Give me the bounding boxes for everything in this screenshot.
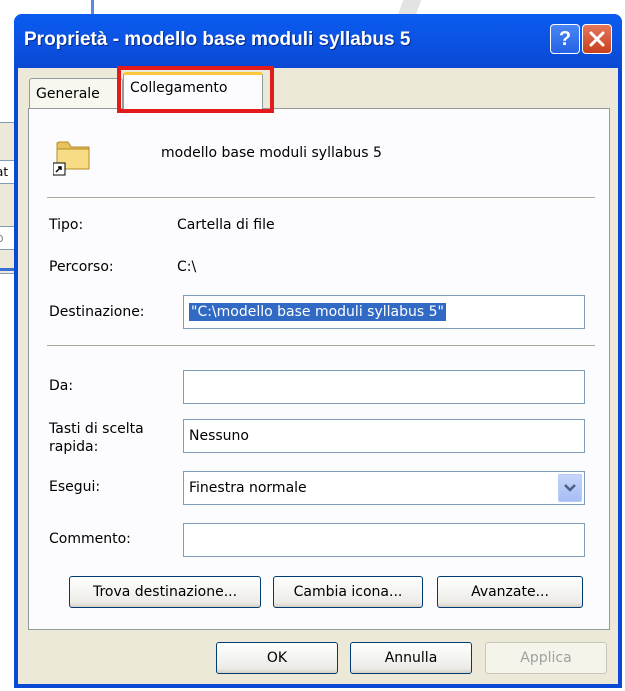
annulla-button[interactable]: Annulla <box>350 642 472 674</box>
properties-dialog: Proprietà - modello base moduli syllabus… <box>14 14 622 688</box>
help-icon: ? <box>558 28 572 50</box>
tasti-input[interactable]: Nessuno <box>183 419 585 453</box>
trova-destinazione-button[interactable]: Trova destinazione... <box>69 576 261 608</box>
esegui-select[interactable]: Finestra normale <box>183 471 585 505</box>
tipo-value: Cartella di file <box>177 217 275 233</box>
tab-highlight-box <box>117 66 274 113</box>
da-label: Da: <box>49 378 74 394</box>
dropdown-button[interactable] <box>558 474 582 502</box>
close-button[interactable] <box>582 24 612 54</box>
tasti-label-line1: Tasti di scelta <box>49 421 144 437</box>
folder-shortcut-icon <box>53 141 90 176</box>
cambia-icona-button[interactable]: Cambia icona... <box>273 576 423 608</box>
tasti-label: Tasti di scelta rapida: <box>49 420 144 456</box>
tipo-label: Tipo: <box>49 217 84 233</box>
esegui-label: Esegui: <box>49 479 101 495</box>
destinazione-value: "C:\modello base moduli syllabus 5" <box>189 303 446 321</box>
esegui-value: Finestra normale <box>189 480 307 496</box>
ok-button[interactable]: OK <box>216 642 338 674</box>
dialog-client: Generale Collegamento modello base modul… <box>18 66 618 684</box>
tab-generale[interactable]: Generale <box>29 78 123 108</box>
chevron-down-icon <box>564 484 576 492</box>
tab-panel-collegamento: modello base moduli syllabus 5 Tipo: Car… <box>28 108 610 630</box>
da-input[interactable] <box>183 370 585 404</box>
destinazione-label: Destinazione: <box>49 304 145 320</box>
separator <box>47 197 595 199</box>
applica-button[interactable]: Applica <box>485 642 607 674</box>
help-button[interactable]: ? <box>550 24 580 54</box>
percorso-label: Percorso: <box>49 259 114 275</box>
close-icon <box>589 31 605 47</box>
commento-input[interactable] <box>183 523 585 557</box>
shortcut-name: modello base moduli syllabus 5 <box>161 145 382 161</box>
tasti-label-line2: rapida: <box>49 439 99 455</box>
destinazione-input[interactable]: "C:\modello base moduli syllabus 5" <box>183 295 585 329</box>
title-bar[interactable]: Proprietà - modello base moduli syllabus… <box>14 14 622 68</box>
background-window <box>0 0 14 691</box>
commento-label: Commento: <box>49 531 131 547</box>
separator <box>47 345 595 347</box>
percorso-value: C:\ <box>177 259 197 275</box>
window-title: Proprietà - modello base moduli syllabus… <box>24 29 411 50</box>
avanzate-button[interactable]: Avanzate... <box>437 576 583 608</box>
background-cell: p <box>0 226 15 250</box>
background-cell: at <box>0 160 15 184</box>
